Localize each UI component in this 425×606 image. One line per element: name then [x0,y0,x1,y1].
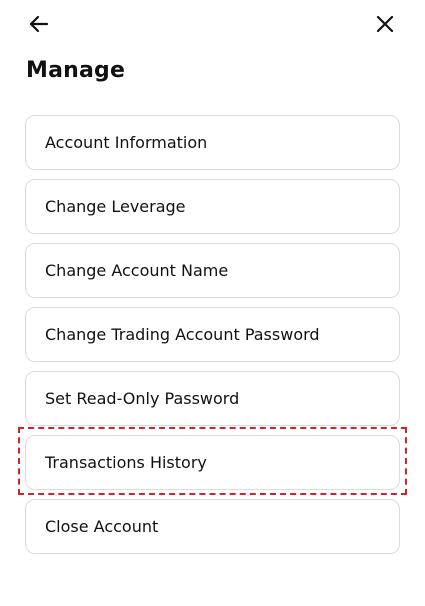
menu-item-transactions-history[interactable]: Transactions History [25,435,400,490]
manage-menu: Account Information Change Leverage Chan… [25,115,400,563]
menu-item-set-read-only-password[interactable]: Set Read-Only Password [25,371,400,426]
close-icon [376,15,394,33]
menu-item-change-leverage[interactable]: Change Leverage [25,179,400,234]
top-bar [0,0,425,48]
menu-item-label: Change Account Name [45,261,229,280]
menu-item-change-account-name[interactable]: Change Account Name [25,243,400,298]
page-title: Manage [26,58,126,83]
menu-item-label: Set Read-Only Password [45,389,240,408]
arrow-left-icon [29,15,49,33]
menu-item-label: Account Information [45,133,208,152]
menu-item-account-information[interactable]: Account Information [25,115,400,170]
menu-item-change-trading-password[interactable]: Change Trading Account Password [25,307,400,362]
menu-item-label: Transactions History [45,453,207,472]
menu-item-label: Change Leverage [45,197,186,216]
back-button[interactable] [25,10,53,38]
menu-item-label: Change Trading Account Password [45,325,320,344]
close-button[interactable] [371,10,399,38]
menu-item-close-account[interactable]: Close Account [25,499,400,554]
menu-item-label: Close Account [45,517,159,536]
